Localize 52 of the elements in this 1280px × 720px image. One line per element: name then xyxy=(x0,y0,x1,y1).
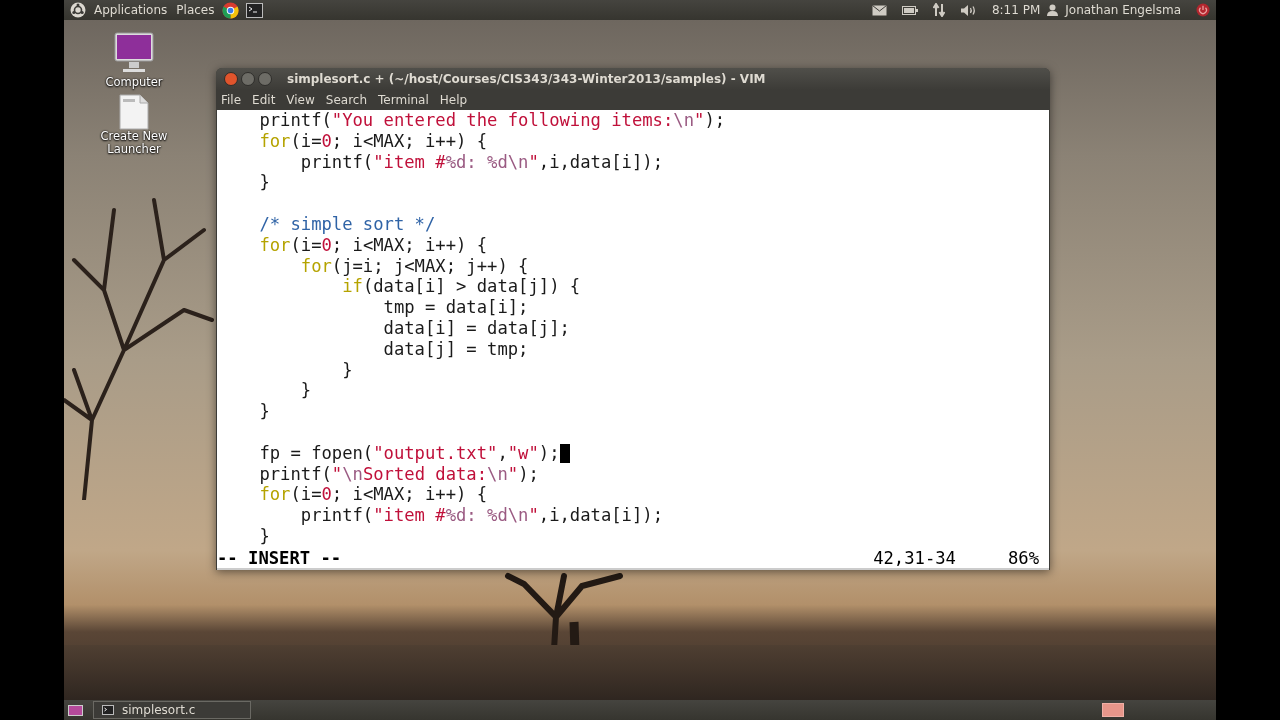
terminal-icon[interactable] xyxy=(246,2,264,18)
user-icon xyxy=(1047,4,1059,16)
mode-indicator: -- INSERT -- xyxy=(217,547,342,568)
show-desktop-icon[interactable] xyxy=(68,704,83,716)
panel-menu[interactable]: Places xyxy=(175,3,216,17)
code-line: for(i=0; i<MAX; i++) { xyxy=(258,484,488,506)
volume-icon[interactable] xyxy=(959,3,977,17)
code-line: for(i=0; i<MAX; i++) { xyxy=(258,130,488,152)
code-line: data[i] = data[j]; xyxy=(382,317,570,339)
clock[interactable]: 8:11 PM xyxy=(991,3,1041,17)
mail-icon[interactable] xyxy=(871,4,887,16)
code-line: } xyxy=(258,401,270,422)
user-name[interactable]: Jonathan Engelsma xyxy=(1065,3,1181,17)
code-line: /* simple sort */ xyxy=(258,214,436,235)
code-line: } xyxy=(299,380,312,402)
desktop-icon-label[interactable]: Create New Launcher xyxy=(94,130,174,156)
scroll-percentage: 86% xyxy=(1007,547,1039,568)
code-line: printf("item #%d: %d\n",i,data[i]); xyxy=(299,505,663,526)
menu-item[interactable]: View xyxy=(285,93,316,107)
window-title: simplesort.c + (~/host/Courses/CIS343/343-Winter2013/samples) - VIM xyxy=(287,72,766,86)
code-line: fp = fopen("output.txt","w"); xyxy=(258,442,560,464)
ubuntu-logo-icon[interactable] xyxy=(70,2,86,18)
desktop-icon-label[interactable]: Computer xyxy=(105,76,163,89)
code-line: } xyxy=(341,359,353,381)
maximize-button[interactable] xyxy=(258,72,272,86)
code-line: } xyxy=(258,525,270,547)
code-line: printf("\nSorted data:\n"); xyxy=(258,463,539,485)
network-arrows-icon[interactable] xyxy=(932,3,945,17)
power-icon[interactable] xyxy=(1196,3,1210,17)
terminal-icon xyxy=(102,705,114,715)
code-line: } xyxy=(258,172,270,194)
workspace-switcher[interactable] xyxy=(1102,703,1124,717)
menu-item[interactable]: Edit xyxy=(251,93,277,107)
panel-menu[interactable]: Applications xyxy=(93,3,169,17)
code-line: tmp = data[i]; xyxy=(382,297,529,318)
code-line: printf("You entered the following items:\n"); xyxy=(258,110,726,131)
document-icon[interactable] xyxy=(119,94,149,130)
code-line: printf("item #%d: %d\n",i,data[i]); xyxy=(299,151,663,173)
menu-item[interactable]: File xyxy=(220,93,243,107)
battery-icon[interactable] xyxy=(901,5,918,15)
close-button[interactable] xyxy=(224,72,238,86)
menu-item[interactable]: Terminal xyxy=(377,93,430,107)
code-line: for(j=i; j<MAX; j++) { xyxy=(299,255,529,277)
taskbar-button[interactable]: simplesort.c xyxy=(93,701,251,719)
menu-item[interactable]: Search xyxy=(324,93,369,107)
code-line: if(data[i] > data[j]) { xyxy=(341,276,581,298)
code-line: data[j] = tmp; xyxy=(382,338,529,360)
code-line: for(i=0; i<MAX; i++) { xyxy=(258,234,488,256)
menu-item[interactable]: Help xyxy=(438,93,469,107)
cursor-position: 42,31-34 xyxy=(873,547,956,568)
minimize-button[interactable] xyxy=(241,72,255,86)
browser-icon[interactable] xyxy=(222,1,240,19)
